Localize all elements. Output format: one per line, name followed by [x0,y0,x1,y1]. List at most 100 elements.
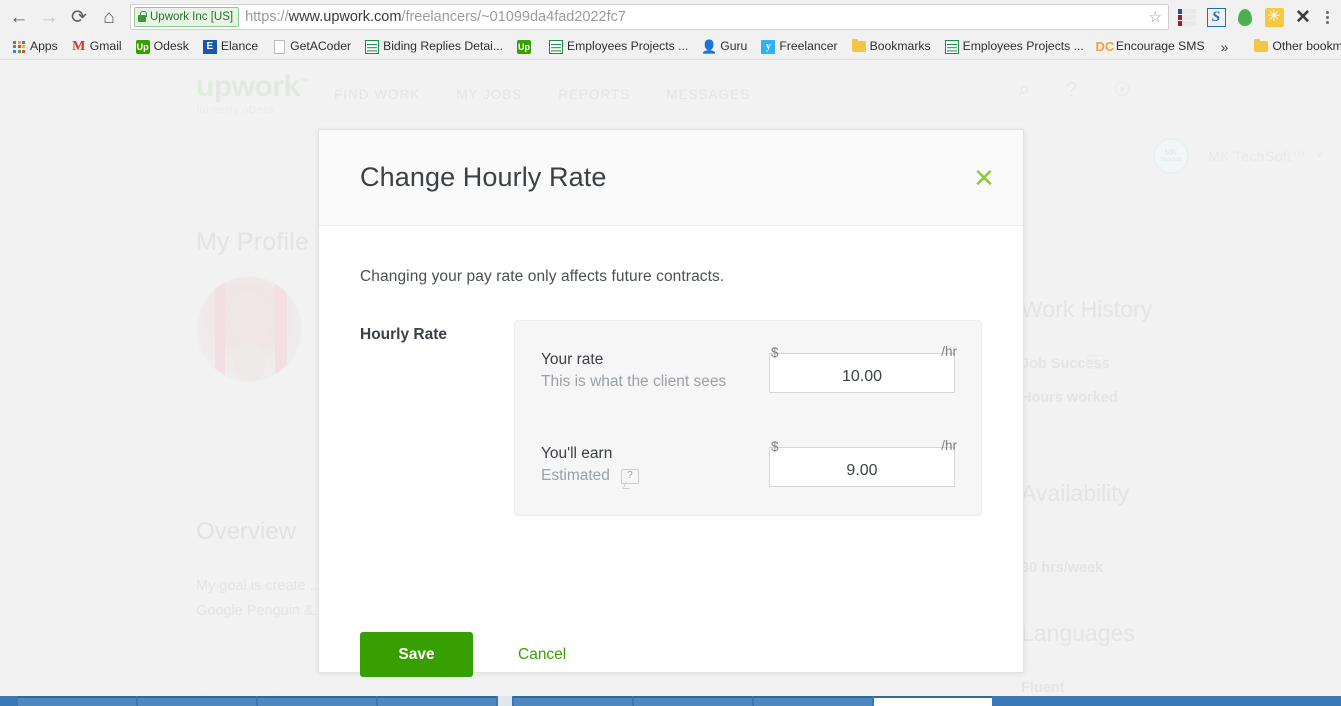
currency-symbol: $ [771,345,779,360]
close-icon[interactable]: ✕ [969,163,999,193]
taskbar-item[interactable] [754,696,872,706]
sidebar-hours-worked: Hours worked [1021,390,1118,406]
profile-photo [196,276,302,382]
taskbar-item[interactable] [634,696,752,706]
bookmark-label: Encourage SMS [1115,39,1205,54]
bookmark-encourage-sms[interactable]: DC Encourage SMS [1092,38,1211,56]
sidebar-hours-per-week: 30 hrs/week [1021,560,1104,576]
your-rate-subtitle: This is what the client sees [541,373,727,390]
logo-tm: ™ [299,77,310,88]
extension-toolbar: S ✳ ✕ [1177,7,1341,28]
your-rate-row: Your rate This is what the client sees $… [541,345,957,393]
sidebar-availability: Availability [1021,480,1130,506]
back-icon[interactable]: ← [4,2,34,32]
your-rate-input-wrap: $ /hr [769,345,957,393]
taskbar-item-small[interactable] [498,696,512,706]
bookmarks-overflow-icon[interactable]: » [1213,39,1237,55]
bookmark-label: Biding Replies Detai... [383,39,503,54]
save-button[interactable]: Save [360,632,473,677]
screen: ← → ⟳ ⌂ Upwork Inc [US] https://www.upwo… [0,0,1341,706]
bookmark-label: Odesk [153,39,189,54]
url-path: /freelancers/~01099da4fad2022fc7 [401,9,626,25]
modal-actions: Save Cancel [360,632,566,677]
asterisk-extension-icon[interactable]: ✳ [1264,7,1284,27]
translate-extension-icon[interactable] [1177,7,1197,27]
site-header: upwork™ formerly oDesk FIND WORK MY JOBS… [0,60,1341,128]
your-rate-input[interactable] [769,353,955,393]
modal-note: Changing your pay rate only affects futu… [360,268,725,285]
nav-messages[interactable]: MESSAGES [666,87,750,102]
drop-extension-icon[interactable] [1235,7,1255,27]
hourly-rate-section: Hourly Rate Your rate This is what the c… [360,320,982,516]
youll-earn-input[interactable] [769,447,955,487]
logo-tagline: formerly oDesk [196,104,275,116]
bookmark-label: Bookmarks [869,39,931,54]
apps-grid-icon [12,40,26,54]
bookmark-star-icon[interactable]: ☆ [1149,8,1162,26]
forward-icon[interactable]: → [34,2,64,32]
bell-icon[interactable]: ☉ [1113,80,1131,100]
address-bar[interactable]: Upwork Inc [US] https://www.upwork.com/f… [130,4,1169,30]
chrome-menu-icon[interactable] [1322,10,1333,24]
bookmark-biding-replies[interactable]: Biding Replies Detai... [359,38,509,56]
per-hour-suffix: /hr [941,344,957,359]
help-bubble-icon[interactable]: ? [620,468,639,484]
youll-earn-row: You'll earn Estimated ? $ /hr [541,439,957,487]
site-nav: FIND WORK MY JOBS REPORTS MESSAGES [334,87,750,102]
upwork-logo[interactable]: upwork™ formerly oDesk [196,70,326,117]
sumo-extension-icon[interactable]: S [1206,7,1226,27]
bookmark-upwork-icononly[interactable]: Up [511,38,541,56]
logo-rest: pwork [213,70,300,103]
taskbar-item[interactable] [18,696,136,706]
sidebar-languages: Languages [1021,620,1135,646]
youll-earn-text: You'll earn Estimated ? [541,443,769,487]
page-title: My Profile [196,228,310,256]
document-icon [272,39,286,54]
bookmark-employees-projects-1[interactable]: Employees Projects ... [543,38,694,56]
currency-symbol: $ [771,439,779,454]
rate-panel: Your rate This is what the client sees $… [514,320,982,516]
bookmark-apps[interactable]: Apps [6,38,64,56]
nav-reports[interactable]: REPORTS [558,87,630,102]
taskbar-item[interactable] [138,696,256,706]
logo-u: u [196,70,214,103]
bookmark-label: Guru [720,39,748,54]
bookmark-bookmarks-folder[interactable]: Bookmarks [846,38,937,56]
bookmark-label: Gmail [89,39,122,54]
site-identity-chip[interactable]: Upwork Inc [US] [134,7,240,27]
your-rate-text: Your rate This is what the client sees [541,349,769,393]
nav-my-jobs[interactable]: MY JOBS [456,87,522,102]
help-bubble-icon[interactable]: ? [1087,355,1104,369]
home-icon[interactable]: ⌂ [94,2,124,32]
bookmark-employees-projects-2[interactable]: Employees Projects ... [939,38,1090,56]
help-icon[interactable]: ? [1066,80,1077,100]
taskbar-item[interactable] [514,696,632,706]
other-bookmarks-folder[interactable]: Other bookmar [1248,38,1341,56]
bookmark-odesk[interactable]: Up Odesk [130,38,195,56]
header-actions: ⌕ ? ☉ [1019,80,1131,100]
taskbar-item[interactable] [378,696,496,706]
bookmark-freelancer[interactable]: y Freelancer [755,38,843,56]
reload-icon[interactable]: ⟳ [64,2,94,32]
youll-earn-subtitle-row: Estimated ? [541,465,769,487]
gmail-icon: M [72,38,86,54]
taskbar-item-active[interactable] [874,696,992,706]
bookmark-gmail[interactable]: M Gmail [66,38,128,56]
overview-heading: Overview [196,518,297,545]
bookmark-label: GetACoder [290,39,352,54]
close-x-extension-icon[interactable]: ✕ [1293,7,1313,28]
your-rate-title: Your rate [541,351,604,368]
cancel-button[interactable]: Cancel [518,646,566,664]
bookmark-elance[interactable]: E Elance [197,38,264,56]
bookmark-guru[interactable]: 👤 Guru [696,38,753,56]
bookmark-getacoder[interactable]: GetACoder [266,38,357,56]
sheets-icon [548,39,563,54]
upwork-icon: Up [516,39,531,54]
freelancer-icon: y [761,39,776,54]
taskbar-item[interactable] [258,696,376,706]
search-icon[interactable]: ⌕ [1019,80,1030,100]
youll-earn-input-wrap: $ /hr [769,439,957,487]
lock-icon [138,10,147,22]
modal-header: Change Hourly Rate ✕ [319,130,1023,226]
nav-find-work[interactable]: FIND WORK [334,87,420,102]
